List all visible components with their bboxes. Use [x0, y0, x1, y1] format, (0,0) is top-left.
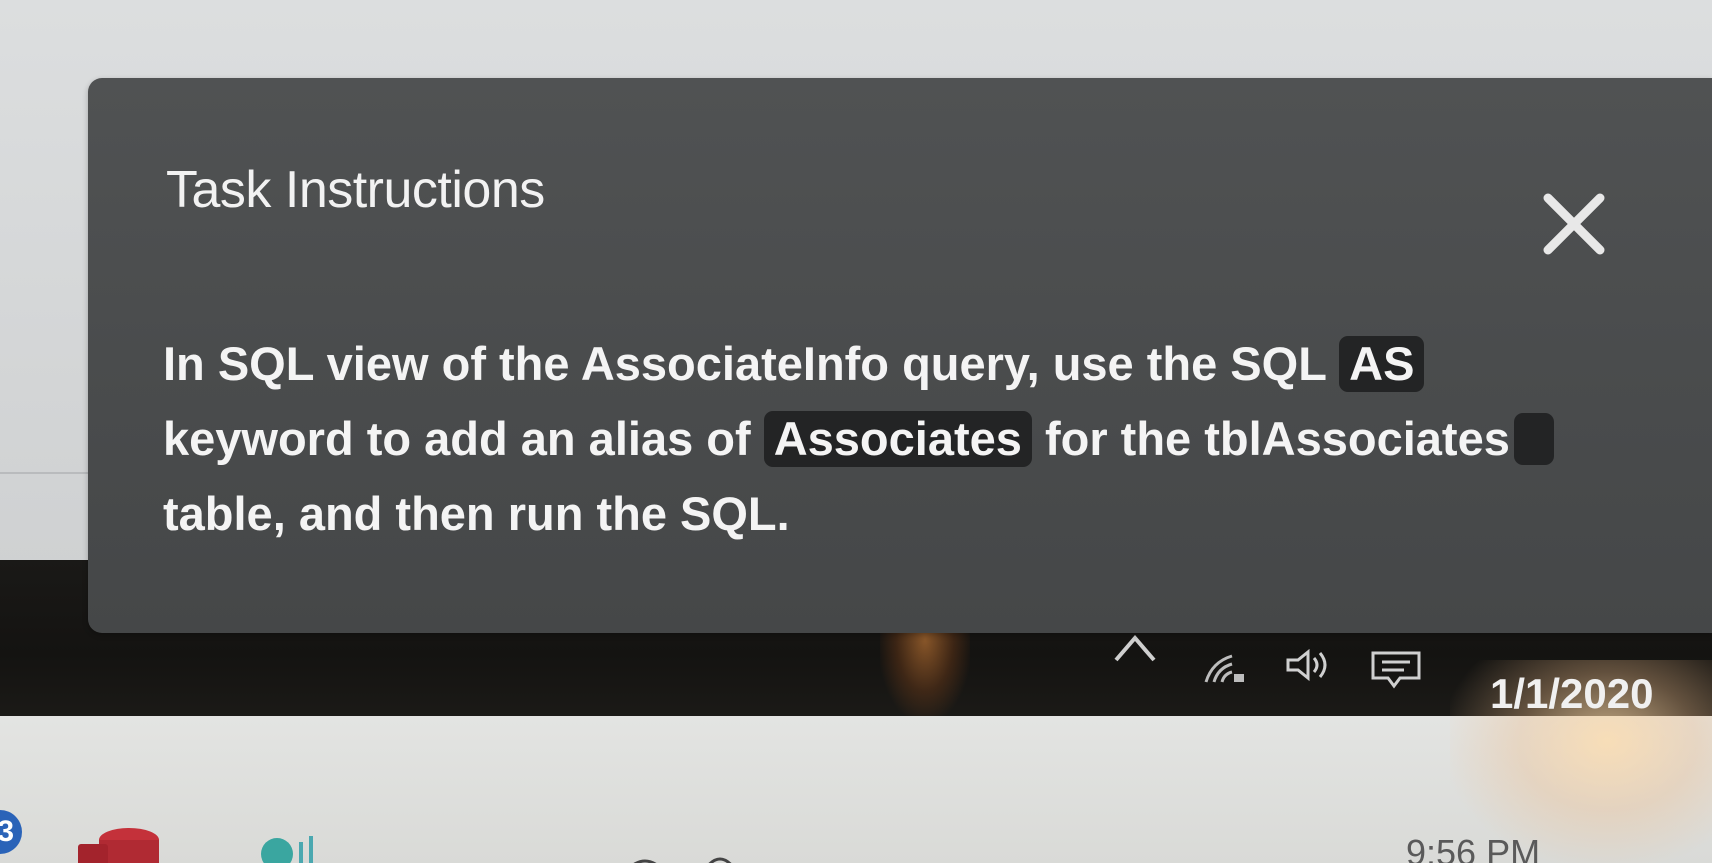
keyword-as-highlight: AS	[1339, 336, 1425, 392]
chevron-up-icon[interactable]	[1112, 630, 1158, 664]
close-icon	[1543, 193, 1605, 255]
table-highlight-marker	[1513, 413, 1554, 465]
app-divider-line	[0, 472, 95, 474]
instruction-text-part: table, and then run the SQL.	[163, 487, 790, 540]
alias-highlight: Associates	[763, 411, 1032, 467]
task-instructions-text: In SQL view of the AssociateInfo query, …	[163, 326, 1603, 551]
task-instructions-panel: Task Instructions In SQL view of the Ass…	[88, 78, 1712, 633]
notification-icon[interactable]	[1370, 650, 1422, 690]
app-icon-partial-arc[interactable]	[700, 848, 740, 863]
instruction-text-part: In SQL view of the AssociateInfo query, …	[163, 337, 1340, 390]
instruction-text-part: for the tblAssociates	[1031, 412, 1510, 465]
taskbar-time[interactable]: 9:56 PM	[1406, 832, 1540, 863]
screen: 1/1/2020 9:56 PM 3 Task Instructions In …	[0, 0, 1712, 863]
app-icon-partial[interactable]	[615, 850, 675, 863]
panel-title: Task Instructions	[166, 161, 545, 219]
access-app-icon[interactable]	[74, 822, 164, 863]
network-icon[interactable]	[1200, 648, 1248, 686]
notification-badge: 3	[0, 810, 22, 854]
close-button[interactable]	[1538, 188, 1610, 260]
instruction-text-part: keyword to add an alias of	[163, 412, 764, 465]
taskbar-date[interactable]: 1/1/2020	[1490, 670, 1654, 718]
volume-icon[interactable]	[1284, 646, 1336, 684]
teal-app-icon[interactable]	[255, 832, 325, 863]
